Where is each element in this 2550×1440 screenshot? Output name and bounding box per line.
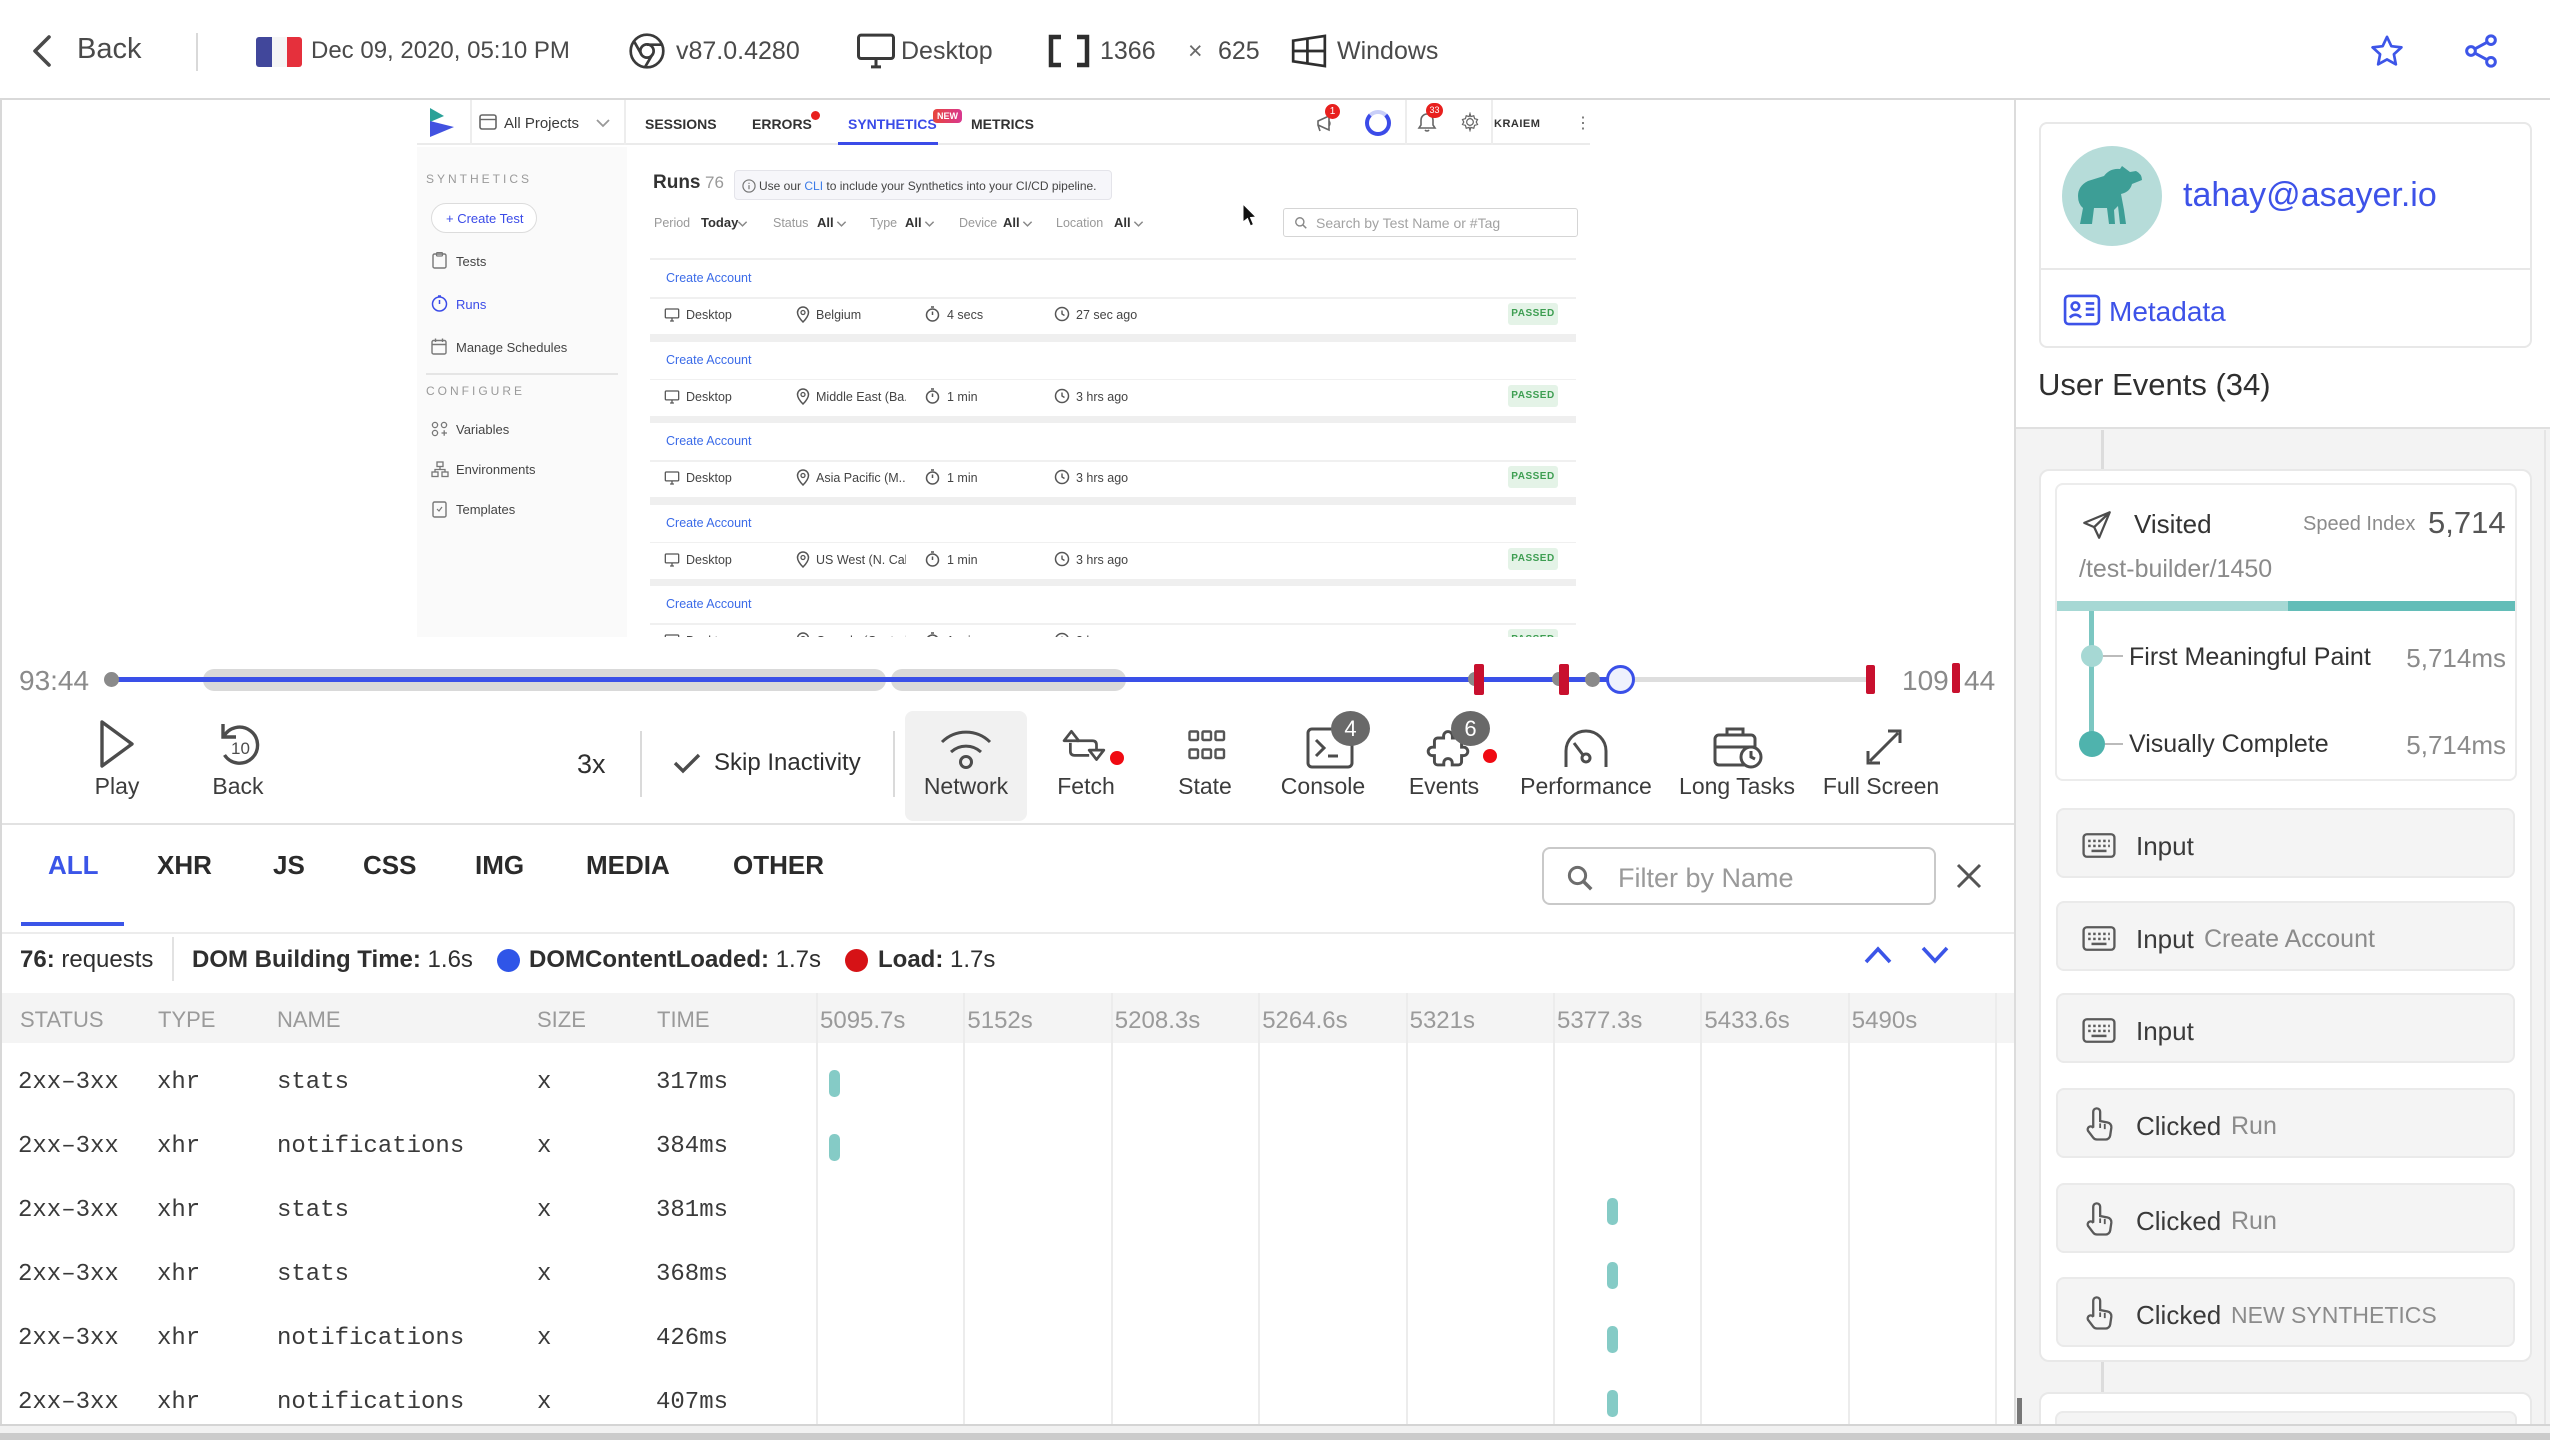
svg-text:10: 10 bbox=[231, 739, 250, 758]
